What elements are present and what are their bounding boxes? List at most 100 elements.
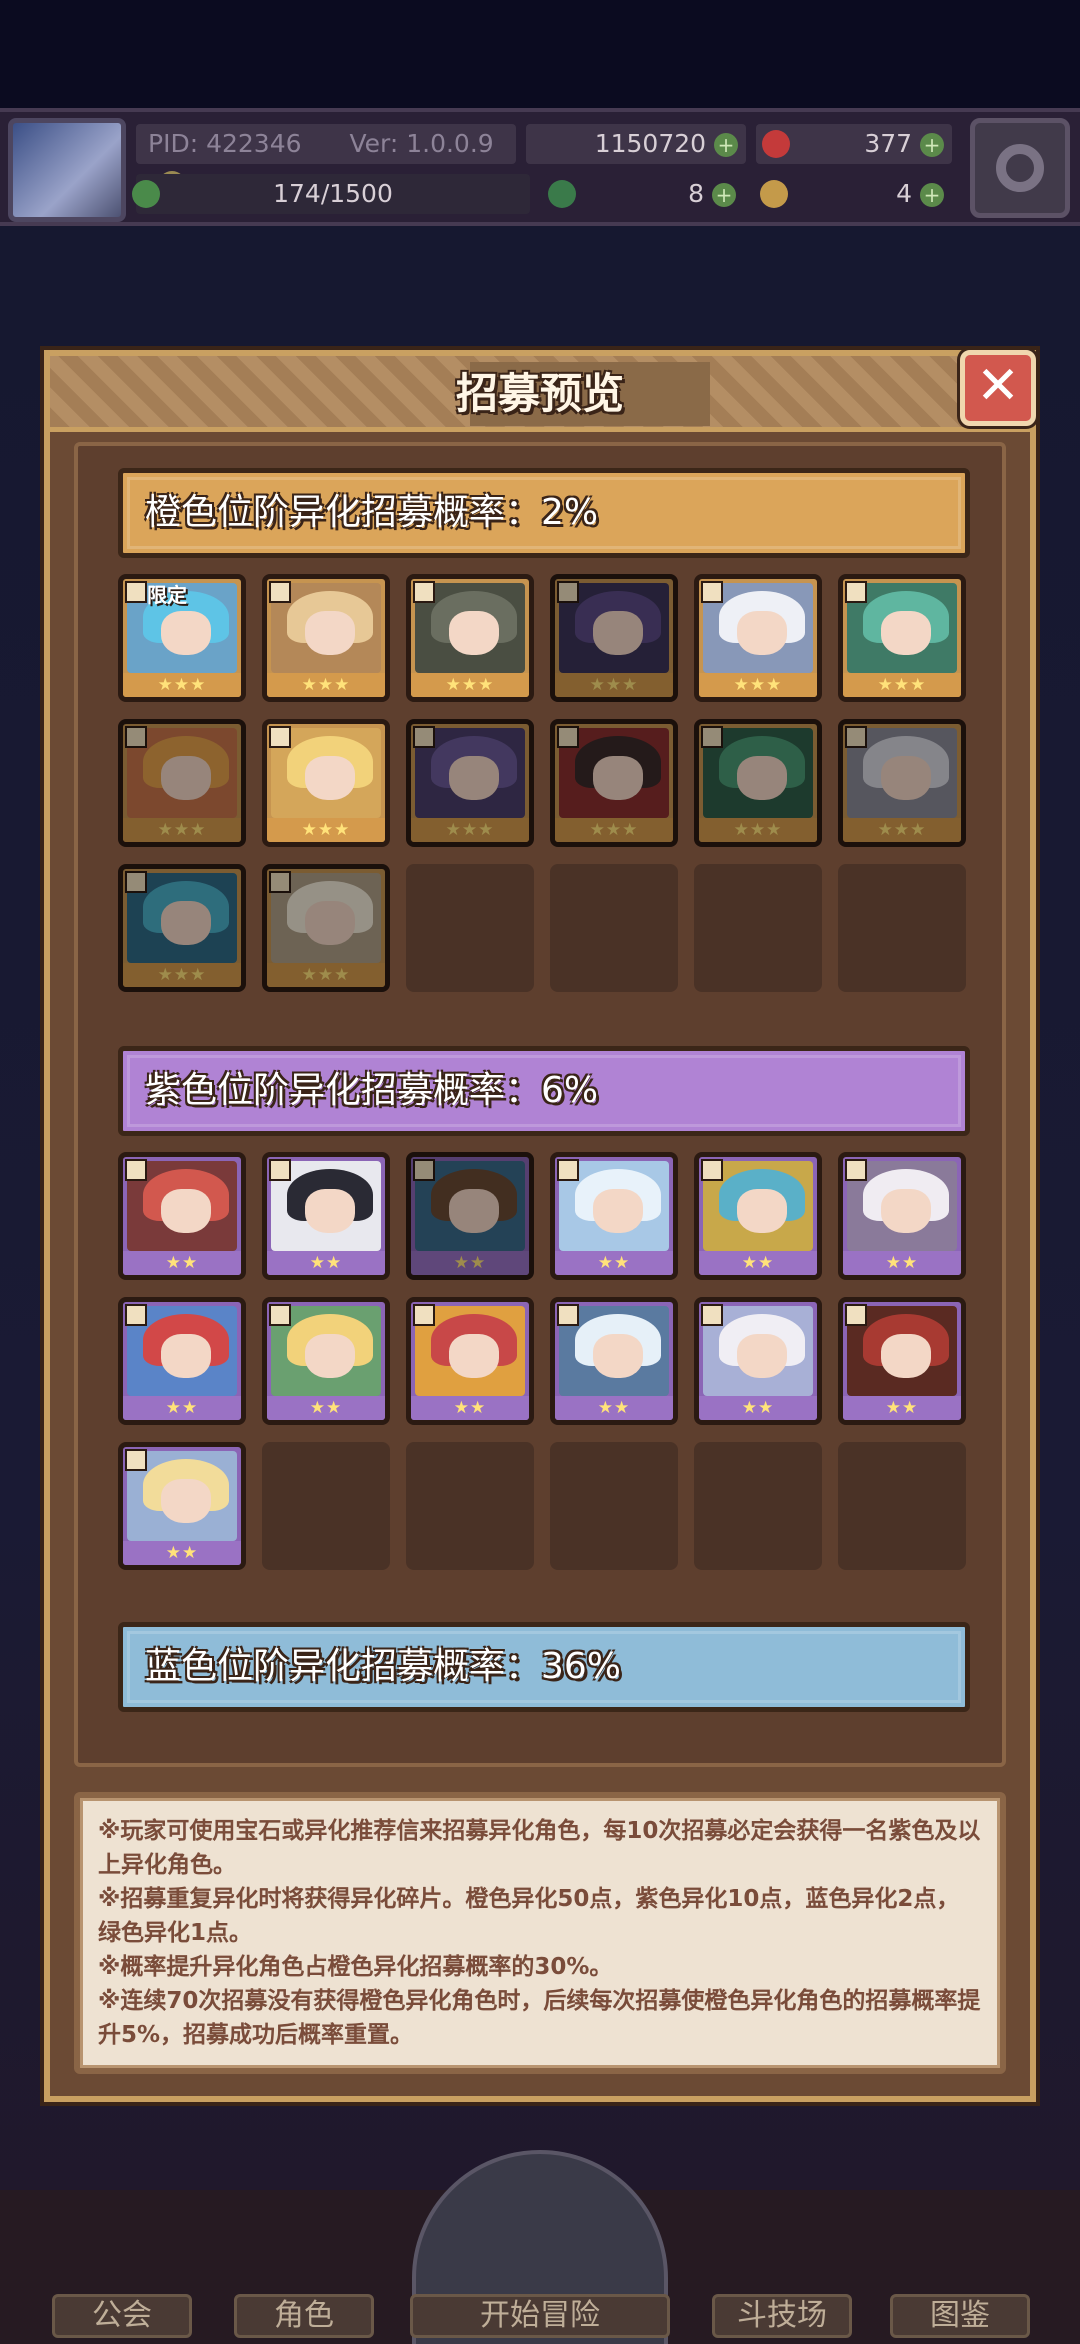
empty-slot <box>550 1442 678 1570</box>
star-rating: ★★ <box>267 1396 385 1420</box>
character-card[interactable]: ★★ <box>550 1297 678 1425</box>
character-card[interactable]: ★★★ <box>118 719 246 847</box>
empty-slot <box>406 1442 534 1570</box>
close-button[interactable]: ✕ <box>960 350 1036 426</box>
key-amount: 4 <box>896 179 913 208</box>
portrait-face <box>305 1334 355 1378</box>
star-rating: ★★★ <box>843 673 961 697</box>
character-card[interactable]: 限定 ★★★ <box>118 574 246 702</box>
nav-characters[interactable]: 角色 <box>234 2294 374 2338</box>
character-card[interactable]: ★★★ <box>118 864 246 992</box>
nav-guild[interactable]: 公会 <box>52 2294 192 2338</box>
star-rating: ★★ <box>123 1396 241 1420</box>
key-icon <box>760 180 788 208</box>
portrait-face <box>161 1334 211 1378</box>
version-label: Ver: 1.0.0.9 <box>349 129 494 158</box>
character-card[interactable]: ★★ <box>406 1297 534 1425</box>
nav-codex[interactable]: 图鉴 <box>890 2294 1030 2338</box>
character-card[interactable]: ★★★ <box>838 719 966 847</box>
class-icon <box>701 1159 723 1181</box>
nav-arena[interactable]: 斗技场 <box>712 2294 852 2338</box>
portrait-face <box>737 1189 787 1233</box>
character-card[interactable]: ★★ <box>550 1152 678 1280</box>
character-card[interactable]: ★★ <box>262 1297 390 1425</box>
character-card[interactable]: ★★ <box>118 1297 246 1425</box>
recruit-rules-box: ※玩家可使用宝石或异化推荐信来招募异化角色，每10次招募必定会获得一名紫色及以上… <box>74 1792 1006 2074</box>
character-card[interactable]: ★★★ <box>406 574 534 702</box>
clover-bar: 8 + <box>544 174 744 214</box>
empty-slot <box>262 1442 390 1570</box>
portrait-face <box>881 756 931 800</box>
portrait-face <box>593 756 643 800</box>
portrait-face <box>305 1189 355 1233</box>
character-card[interactable]: ★★ <box>694 1297 822 1425</box>
portrait-face <box>161 1189 211 1233</box>
character-card[interactable]: ★★★ <box>694 574 822 702</box>
character-card[interactable]: ★★ <box>838 1297 966 1425</box>
star-rating: ★★★ <box>267 963 385 987</box>
class-icon <box>557 1304 579 1326</box>
character-card[interactable]: ★★★ <box>550 719 678 847</box>
star-rating: ★★★ <box>699 818 817 842</box>
class-icon <box>845 726 867 748</box>
character-card[interactable]: ★★ <box>838 1152 966 1280</box>
class-icon <box>269 871 291 893</box>
class-icon <box>557 726 579 748</box>
character-card[interactable]: ★★★ <box>262 719 390 847</box>
character-card[interactable]: ★★★ <box>262 574 390 702</box>
top-hud: PID: 422346 Ver: 1.0.0.9 1150720 + 377 +… <box>0 108 1080 226</box>
character-card[interactable]: ★★ <box>694 1152 822 1280</box>
character-card[interactable]: ★★ <box>406 1152 534 1280</box>
class-icon <box>125 1159 147 1181</box>
character-card[interactable]: ★★★ <box>262 864 390 992</box>
class-icon <box>269 1304 291 1326</box>
character-card[interactable]: ★★ <box>118 1152 246 1280</box>
empty-slot <box>406 864 534 992</box>
star-rating: ★★★ <box>411 818 529 842</box>
orange-tier-label: 橙色位阶异化招募概率：2% <box>145 492 599 533</box>
star-rating: ★★★ <box>123 963 241 987</box>
gem-icon <box>762 130 790 158</box>
class-icon <box>269 1159 291 1181</box>
add-gold-icon[interactable]: + <box>714 133 738 157</box>
class-icon <box>413 1159 435 1181</box>
add-gem-icon[interactable]: + <box>920 133 944 157</box>
character-card[interactable]: ★★ <box>118 1442 246 1570</box>
nav-start-adventure[interactable]: 开始冒险 <box>410 2294 670 2338</box>
class-icon <box>413 581 435 603</box>
portrait-face <box>161 756 211 800</box>
star-rating: ★★ <box>123 1251 241 1275</box>
add-key-icon[interactable]: + <box>920 183 944 207</box>
star-rating: ★★ <box>411 1396 529 1420</box>
energy-amount: 174/1500 <box>273 179 393 208</box>
star-rating: ★★ <box>699 1251 817 1275</box>
portrait-face <box>449 611 499 655</box>
portrait-face <box>593 611 643 655</box>
character-card[interactable]: ★★★ <box>550 574 678 702</box>
star-rating: ★★★ <box>843 818 961 842</box>
portrait-face <box>161 1479 211 1523</box>
rule-line: ※玩家可使用宝石或异化推荐信来招募异化角色，每10次招募必定会获得一名紫色及以上… <box>98 1818 981 1878</box>
class-icon <box>413 1304 435 1326</box>
class-icon <box>125 1304 147 1326</box>
star-rating: ★★ <box>843 1251 961 1275</box>
class-icon <box>557 1159 579 1181</box>
rule-line: ※招募重复异化时将获得异化碎片。橙色异化50点，紫色异化10点，蓝色异化2点，绿… <box>98 1886 960 1946</box>
empty-slot <box>838 864 966 992</box>
player-avatar[interactable] <box>8 118 126 222</box>
portrait-face <box>881 611 931 655</box>
class-icon <box>125 581 147 603</box>
character-card[interactable]: ★★★ <box>694 719 822 847</box>
portrait-face <box>161 901 211 945</box>
class-icon <box>413 726 435 748</box>
character-card[interactable]: ★★★ <box>838 574 966 702</box>
settings-button[interactable] <box>970 118 1070 218</box>
class-icon <box>701 1304 723 1326</box>
clover-icon <box>548 180 576 208</box>
character-card[interactable]: ★★★ <box>406 719 534 847</box>
character-card[interactable]: ★★ <box>262 1152 390 1280</box>
add-clover-icon[interactable]: + <box>712 183 736 207</box>
purple-tier-label: 紫色位阶异化招募概率：6% <box>145 1070 599 1111</box>
pid-label: PID: 422346 <box>148 129 302 158</box>
portrait-face <box>881 1189 931 1233</box>
